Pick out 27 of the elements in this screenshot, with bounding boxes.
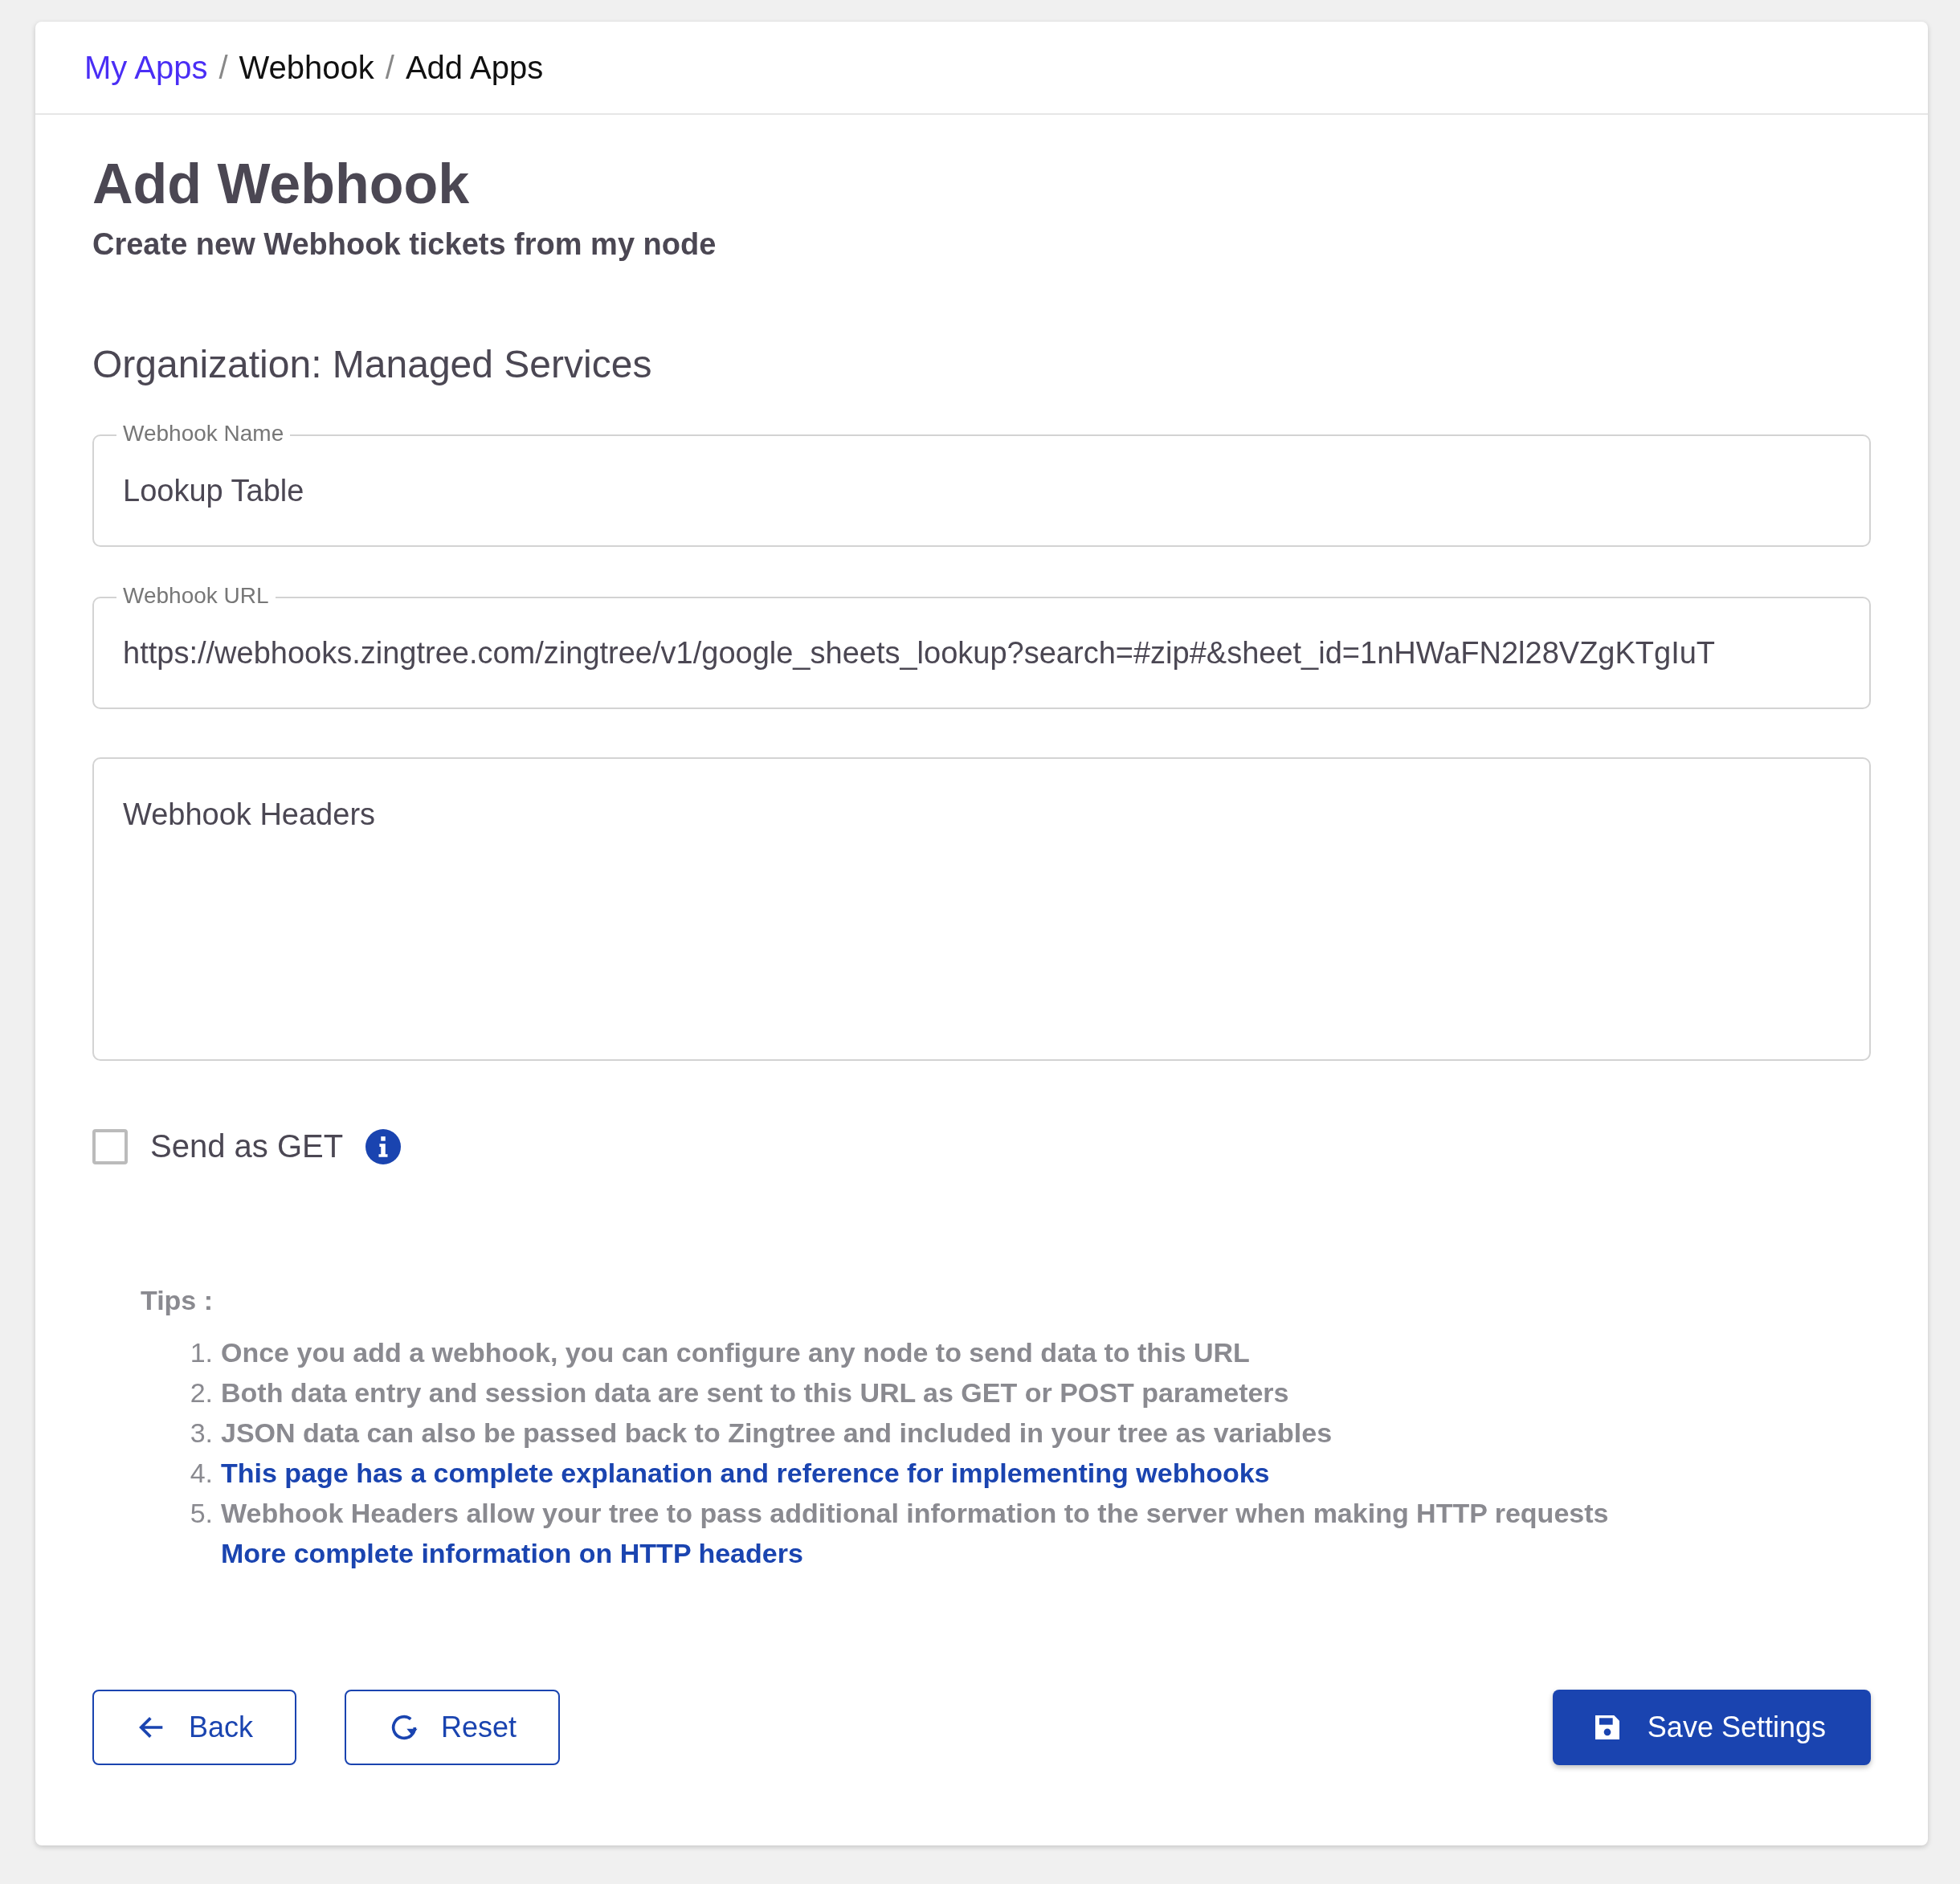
list-number: 2. — [189, 1376, 214, 1409]
list-number: 5. — [189, 1497, 214, 1530]
breadcrumb-separator: / — [385, 49, 394, 86]
checkbox-label: Send as GET — [150, 1128, 344, 1164]
breadcrumb-link[interactable]: My Apps — [84, 49, 208, 86]
breadcrumb-text: Add Apps — [405, 49, 544, 86]
tips-heading: Tips : — [141, 1285, 214, 1316]
tip-text: Once you add a webhook, you can configure any node to send data to this URL — [221, 1336, 1250, 1369]
breadcrumb-text: Webhook — [239, 49, 374, 86]
tip-link[interactable]: More complete information on HTTP headers — [221, 1533, 1609, 1573]
back-button[interactable]: Back — [92, 1690, 297, 1765]
headers-textarea[interactable]: Webhook Headers — [92, 757, 1871, 1061]
save-settings-button[interactable]: Save Settings — [1552, 1690, 1871, 1765]
page-subtitle: Create new Webhook tickets from my node — [92, 227, 717, 262]
organization-heading: Organization: Managed Services — [92, 342, 653, 386]
tip-text: JSON data can also be passed back to Zingtree and included in your tree as variables — [221, 1417, 1333, 1450]
breadcrumb-separator: / — [218, 49, 228, 86]
tip-link[interactable]: This page has a complete explanation and reference for implementing webhooks — [221, 1453, 1270, 1493]
checkbox[interactable] — [92, 1128, 128, 1164]
page-title: Add Webhook — [92, 152, 471, 217]
list-number: 4. — [189, 1457, 214, 1490]
tip-text: Webhook Headers allow your tree to pass additional information to the server when making HTTP requests — [221, 1497, 1609, 1530]
info-icon[interactable] — [365, 1128, 402, 1164]
tip-text: Both data entry and session data are sent to this URL as GET or POST parameters — [221, 1376, 1289, 1409]
reset-button[interactable]: Reset — [345, 1690, 561, 1765]
list-number: 3. — [189, 1417, 214, 1450]
list-number: 1. — [189, 1336, 214, 1369]
